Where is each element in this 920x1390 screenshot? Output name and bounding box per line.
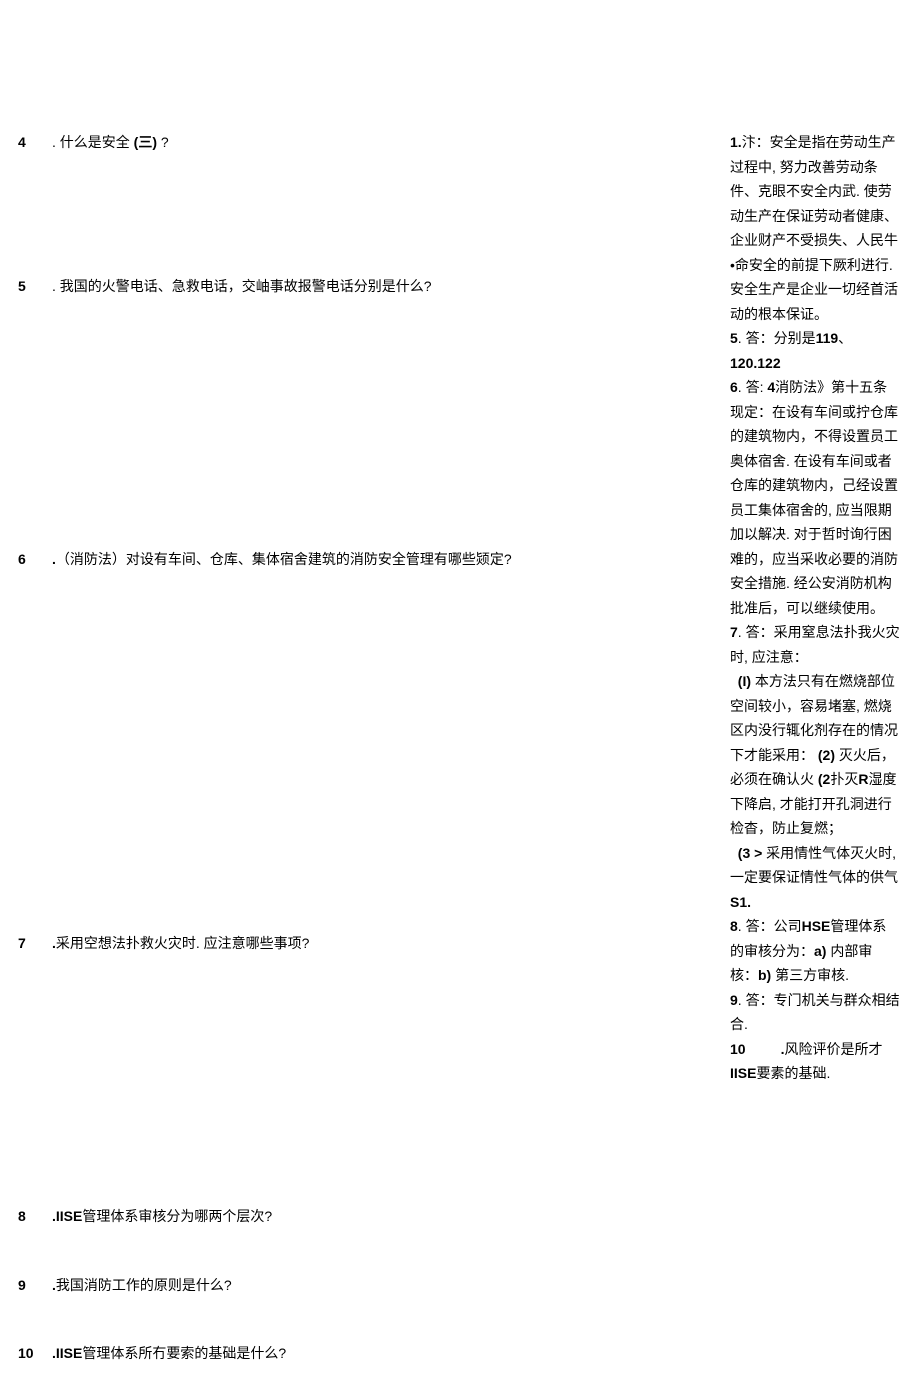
question-text: . 我国的火警电话、急救电话，交岫事故报警电话分别是什么? [52,274,720,299]
question-number: 7 [18,931,52,956]
question-text: .我国消防工作的原则是什么? [52,1273,720,1298]
answer-5: 5. 答：分别是119、120.122 [730,326,900,375]
question-5: 5 . 我国的火警电话、急救电话，交岫事故报警电话分别是什么? [18,274,720,299]
question-number: 4 [18,130,52,155]
question-number: 9 [18,1273,52,1298]
spacer [18,576,720,931]
answers-column: 1.汴：安全是指在劳动生产过程中, 努力改善劳动条件、克眼不安全内武. 使劳动生… [730,130,900,1370]
question-text: .采用空想法扑救火灾时. 应注意哪些事项? [52,931,720,956]
answer-7-point1: (I) 本方法只有在燃烧部位空间较小，容易堵塞, 燃烧区内没行辄化剂存在的情况下… [730,669,900,841]
answer-7-intro: 7. 答：采用窒息法扑我火灾时, 应注意： [730,620,900,669]
answer-6: 6. 答: 4消防法》第十五条现定：在设有车间或拧仓库的建筑物内，不得设置员工奥… [730,375,900,620]
answer-10: 10 .风险评价是所才IISE要素的基础. [730,1037,900,1086]
question-text: .IISE管理体系所冇要索的基础是什么? [52,1341,720,1366]
question-text: .IISE管理体系审核分为哪两个层次? [52,1204,720,1229]
question-4: 4 . 什么是安全 (三) ? [18,130,720,155]
question-7: 7 .采用空想法扑救火灾时. 应注意哪些事项? [18,931,720,956]
answer-8: 8. 答：公司HSE管理体系的审核分为：a) 内部审核：b) 第三方审核. [730,914,900,988]
question-8: 8 .IISE管理体系审核分为哪两个层次? [18,1204,720,1229]
question-number: 5 [18,274,52,299]
question-number: 8 [18,1204,52,1229]
page-container: 4 . 什么是安全 (三) ? 5 . 我国的火警电话、急救电话，交岫事故报警电… [0,0,920,1390]
answer-9: 9. 答：专门机关与群众相结合. [730,988,900,1037]
question-number: 6 [18,547,52,572]
spacer [18,159,720,274]
question-text: .（消防法）对设有车间、仓库、集体宿舍建筑的消防安全管理有哪些颎定? [52,547,720,572]
question-number: 10 [18,1341,52,1366]
answer-1: 1.汴：安全是指在劳动生产过程中, 努力改善劳动条件、克眼不安全内武. 使劳动生… [730,130,900,326]
question-9: 9 .我国消防工作的原则是什么? [18,1273,720,1298]
question-text: . 什么是安全 (三) ? [52,130,720,155]
question-6: 6 .（消防法）对设有车间、仓库、集体宿舍建筑的消防安全管理有哪些颎定? [18,547,720,572]
spacer [18,302,720,547]
spacer [18,1301,720,1341]
spacer [18,959,720,1204]
spacer [18,1233,720,1273]
answer-7-point3: (3 > 采用情性气体灭火时, 一定要保证情性气体的供气S1. [730,841,900,915]
questions-column: 4 . 什么是安全 (三) ? 5 . 我国的火警电话、急救电话，交岫事故报警电… [10,130,730,1370]
question-10: 10 .IISE管理体系所冇要索的基础是什么? [18,1341,720,1366]
